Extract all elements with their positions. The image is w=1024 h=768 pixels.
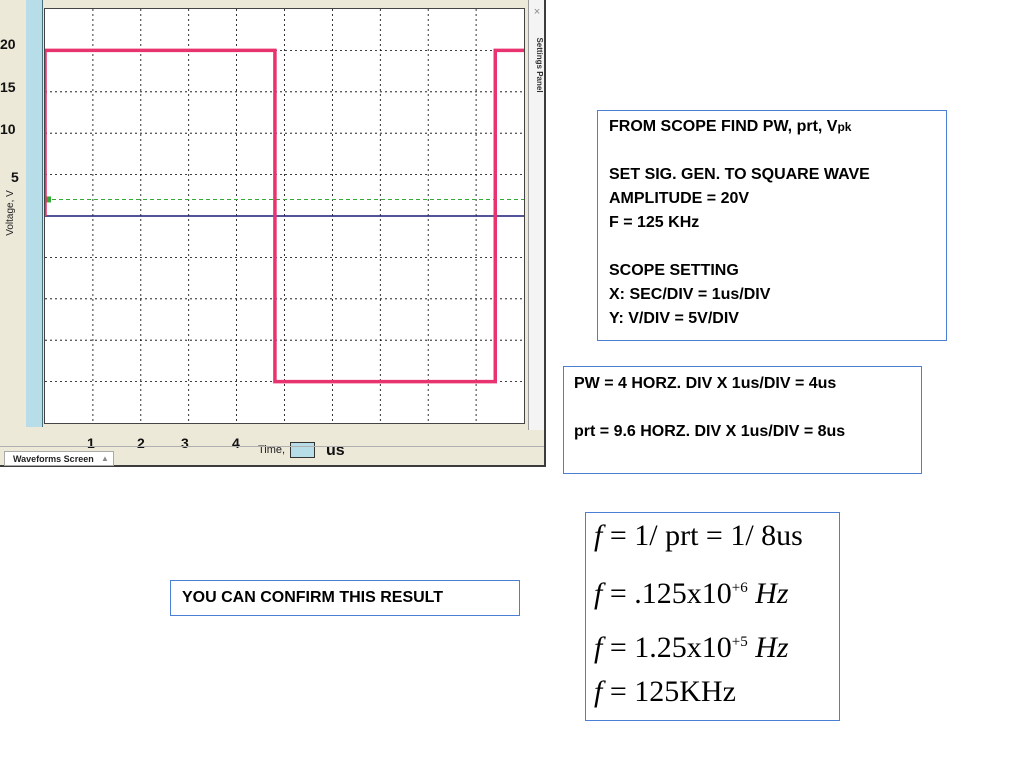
waveforms-tab-label: Waveforms Screen (13, 454, 94, 464)
equation-box: f = 1/ prt = 1/ 8us f = .125x10+6 Hz f =… (585, 512, 840, 721)
settings-panel-tab[interactable]: × Settings Panel (528, 0, 544, 430)
result-prt: prt = 9.6 HORZ. DIV X 1us/DIV = 8us (574, 423, 846, 440)
waveforms-screen-tab[interactable]: Waveforms Screen ▲ (4, 451, 114, 466)
equation-var: f (594, 577, 603, 610)
instructions-box: FROM SCOPE FIND PW, prt, Vpk SET SIG. GE… (597, 110, 947, 341)
confirm-text: YOU CAN CONFIRM THIS RESULT (182, 589, 444, 606)
instruction-line: AMPLITUDE = 20V (609, 190, 750, 207)
equation-rhs: = 1.25x10 (609, 631, 732, 664)
instruction-line: SET SIG. GEN. TO SQUARE WAVE (609, 166, 870, 183)
y-tick-label: 20 (0, 36, 16, 52)
x-tick-label: 1 (87, 435, 95, 451)
equation-exponent: +5 (731, 634, 748, 650)
x-tick-label: 2 (137, 435, 145, 451)
x-tick-label: 4 (232, 435, 240, 451)
result-pw: PW = 4 HORZ. DIV X 1us/DIV = 4us (574, 375, 837, 392)
results-box: PW = 4 HORZ. DIV X 1us/DIV = 4us prt = 9… (563, 366, 922, 474)
equation-line: f = 125KHz (594, 675, 736, 709)
instruction-line: SCOPE SETTING (609, 262, 739, 279)
instruction-line: Y: V/DIV = 5V/DIV (609, 310, 739, 327)
scope-window: Voltage, V 20 15 10 5 1 2 3 4 Time, us ×… (0, 0, 546, 467)
confirm-box: YOU CAN CONFIRM THIS RESULT (170, 580, 520, 616)
y-tick-label: 5 (11, 169, 19, 185)
settings-panel-label: Settings Panel (535, 37, 544, 93)
instruction-line: F = 125 KHz (609, 214, 700, 231)
equation-rhs: = 1/ prt = 1/ 8us (609, 519, 803, 552)
scope-left-strip (26, 0, 43, 427)
equation-rhs: = 125KHz (609, 675, 736, 708)
instruction-subscript: pk (837, 120, 852, 134)
equation-var: f (594, 519, 603, 552)
equation-line: f = 1/ prt = 1/ 8us (594, 519, 803, 553)
y-tick-label: 15 (0, 79, 16, 95)
chevron-up-icon[interactable]: ▲ (101, 454, 109, 463)
equation-line: f = 1.25x10+5 Hz (594, 625, 789, 665)
time-unit-label: us (326, 442, 345, 459)
equation-exponent: +6 (731, 580, 748, 596)
equation-unit: Hz (747, 577, 789, 610)
instruction-line: X: SEC/DIV = 1us/DIV (609, 286, 771, 303)
scope-plot-area[interactable] (44, 8, 525, 424)
close-icon[interactable]: × (529, 6, 545, 18)
time-unit-selector[interactable] (290, 442, 315, 458)
x-tick-label: 3 (181, 435, 189, 451)
equation-var: f (594, 675, 603, 708)
scope-waveform-plot (45, 9, 524, 423)
equation-rhs: = .125x10 (609, 577, 732, 610)
y-axis-label: Voltage, V (5, 190, 16, 236)
instruction-text: FROM SCOPE FIND PW, prt, V (609, 118, 838, 135)
equation-unit: Hz (747, 631, 789, 664)
tab-strip-divider (0, 446, 544, 447)
y-tick-label: 10 (0, 121, 16, 137)
equation-var: f (594, 631, 603, 664)
equation-line: f = .125x10+6 Hz (594, 571, 789, 611)
instruction-line: FROM SCOPE FIND PW, prt, Vpk (609, 115, 946, 139)
